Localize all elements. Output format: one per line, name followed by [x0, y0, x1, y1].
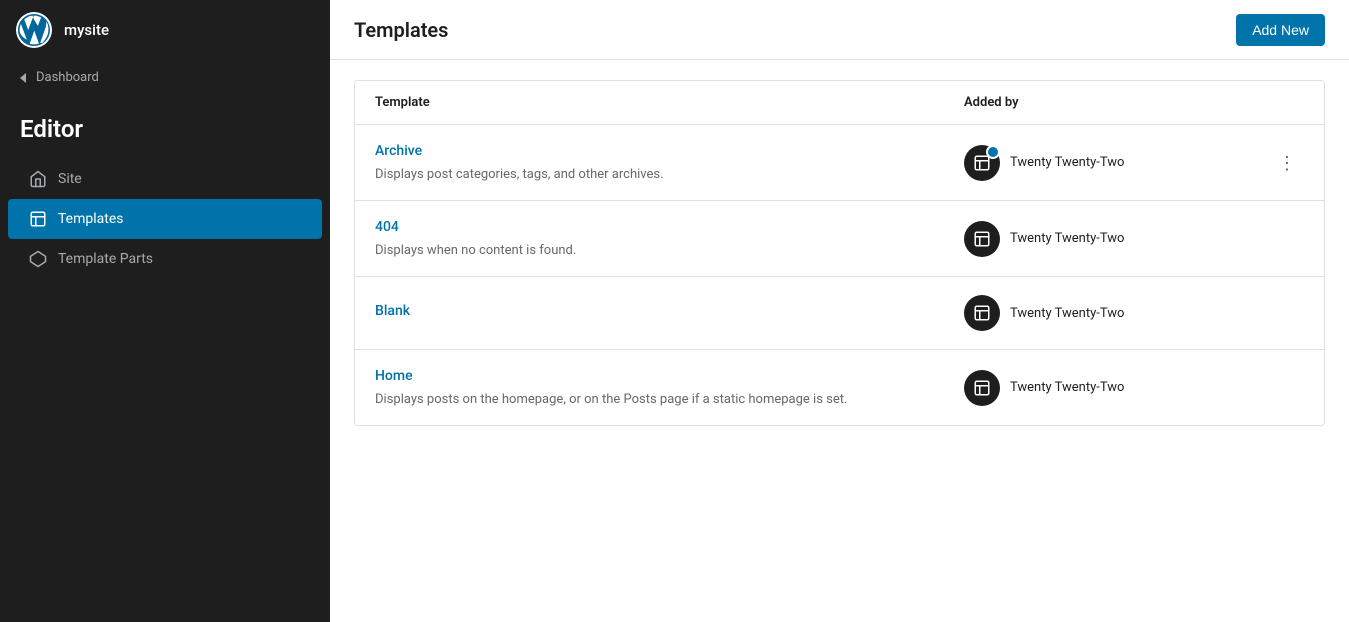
template-desc-archive: Displays post categories, tags, and othe…	[375, 167, 664, 182]
more-actions-button-archive[interactable]: ⋮	[1270, 150, 1304, 176]
added-by-archive: Twenty Twenty-Two	[964, 145, 1264, 181]
dashboard-label: Dashboard	[36, 70, 99, 85]
template-desc-home: Displays posts on the homepage, or on th…	[375, 392, 847, 407]
sidebar-item-templates-label: Templates	[58, 211, 124, 227]
theme-name-404: Twenty Twenty-Two	[1010, 231, 1124, 246]
row-actions-archive: ⋮	[1264, 150, 1304, 176]
template-name-blank[interactable]: Blank	[375, 303, 964, 319]
added-by-blank: Twenty Twenty-Two	[964, 295, 1264, 331]
table-row: Archive Displays post categories, tags, …	[355, 125, 1324, 201]
template-info-home: Home Displays posts on the homepage, or …	[375, 368, 964, 407]
table-row: Home Displays posts on the homepage, or …	[355, 350, 1324, 425]
home-icon	[28, 169, 48, 189]
main-content: Templates Add New Template Added by Arch…	[330, 0, 1349, 622]
template-info-blank: Blank	[375, 303, 964, 323]
wp-logo-icon	[16, 12, 52, 48]
theme-name-blank: Twenty Twenty-Two	[1010, 306, 1124, 321]
template-name-404[interactable]: 404	[375, 219, 964, 235]
editor-title: Editor	[0, 95, 330, 159]
add-new-button[interactable]: Add New	[1236, 14, 1325, 46]
page-title: Templates	[354, 18, 448, 42]
theme-name-home: Twenty Twenty-Two	[1010, 380, 1124, 395]
theme-icon-archive	[964, 145, 1000, 181]
template-info: Archive Displays post categories, tags, …	[375, 143, 964, 182]
chevron-left-icon	[20, 73, 26, 83]
template-desc-404: Displays when no content is found.	[375, 243, 576, 258]
top-bar: Templates Add New	[330, 0, 1349, 60]
sidebar-header: mysite	[0, 0, 330, 60]
templates-table: Template Added by Archive Displays post …	[354, 80, 1325, 426]
template-name-home[interactable]: Home	[375, 368, 964, 384]
added-by-home: Twenty Twenty-Two	[964, 370, 1264, 406]
template-name-archive[interactable]: Archive	[375, 143, 964, 159]
template-info-404: 404 Displays when no content is found.	[375, 219, 964, 258]
site-name: mysite	[64, 21, 109, 39]
sidebar-item-template-parts-label: Template Parts	[58, 251, 153, 267]
layout-icon	[28, 209, 48, 229]
added-by-404: Twenty Twenty-Two	[964, 221, 1264, 257]
sidebar: mysite Dashboard Editor Site Templates	[0, 0, 330, 622]
dashboard-link[interactable]: Dashboard	[0, 60, 330, 95]
column-header-template: Template	[375, 95, 964, 110]
sidebar-item-site-label: Site	[58, 171, 82, 187]
table-row: 404 Displays when no content is found. T…	[355, 201, 1324, 277]
sidebar-item-templates[interactable]: Templates	[8, 199, 322, 239]
table-header: Template Added by	[355, 81, 1324, 125]
theme-icon-404	[964, 221, 1000, 257]
column-header-added-by: Added by	[964, 95, 1264, 110]
theme-icon-blank	[964, 295, 1000, 331]
theme-name-archive: Twenty Twenty-Two	[1010, 155, 1124, 170]
sidebar-item-site[interactable]: Site	[8, 159, 322, 199]
theme-icon-home	[964, 370, 1000, 406]
sidebar-item-template-parts[interactable]: Template Parts	[8, 239, 322, 279]
diamond-icon	[28, 249, 48, 269]
table-row: Blank Twenty Twenty-Two	[355, 277, 1324, 350]
